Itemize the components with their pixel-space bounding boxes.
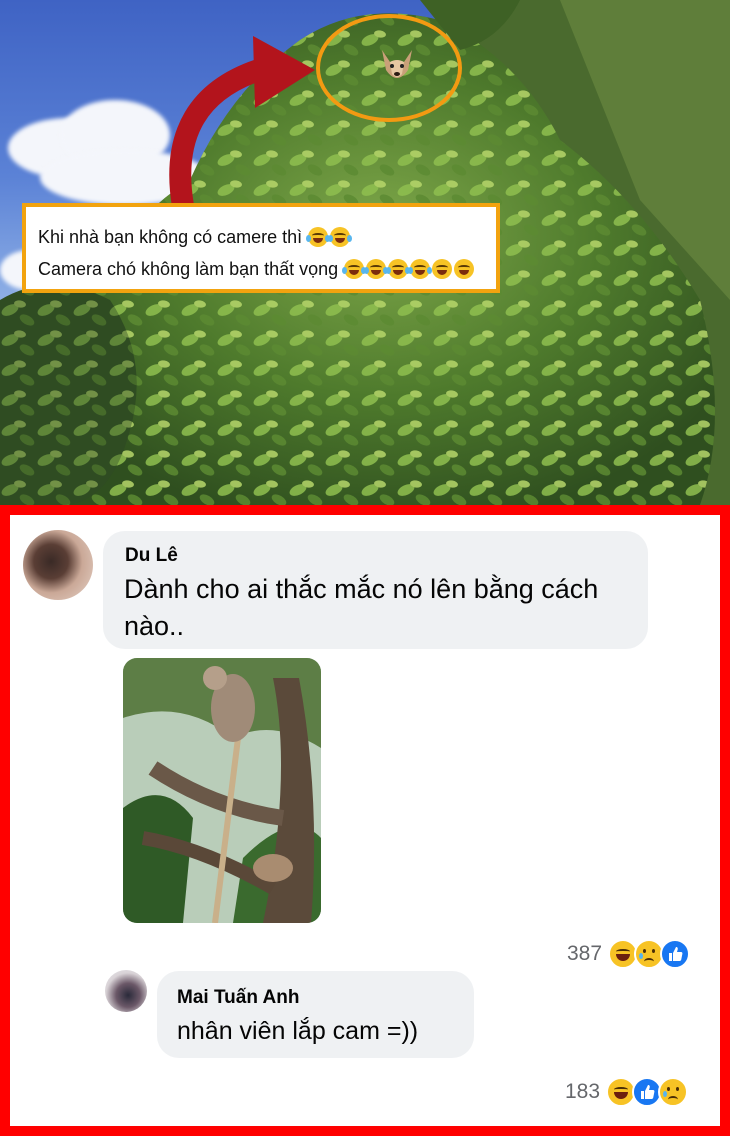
comment-bubble: Mai Tuấn Anh nhân viên lắp cam =)) (157, 971, 474, 1058)
tears-of-joy-icon (386, 259, 411, 279)
tears-of-joy-icon (342, 259, 367, 279)
monkey-in-tree-image (123, 658, 321, 923)
tears-of-joy-icon (306, 227, 331, 247)
reaction-summary[interactable]: 387 (567, 939, 691, 969)
comment-attachment-photo[interactable] (123, 658, 321, 923)
like-icon (660, 939, 691, 969)
tears-of-joy-icon (408, 259, 433, 279)
reaction-summary[interactable]: 183 (565, 1077, 689, 1107)
avatar[interactable] (23, 530, 93, 600)
highlight-circle (316, 14, 462, 122)
comment-text: Dành cho ai thắc mắc nó lên bằng cách nà… (124, 574, 599, 641)
reaction-count: 387 (567, 942, 603, 965)
tears-of-joy-icon (328, 227, 353, 247)
comment-text: nhân viên lắp cam =)) (177, 1017, 419, 1045)
grinning-squint-icon (432, 259, 453, 279)
caption-text-1: Khi nhà bạn không có camere thì (38, 227, 303, 247)
post-photo: Khi nhà bạn không có camere thì Camera c… (0, 0, 730, 505)
reaction-count: 183 (565, 1080, 601, 1103)
comment-author[interactable]: Mai Tuấn Anh (177, 987, 299, 1009)
sad-icon (658, 1077, 689, 1107)
caption-text-2: Camera chó không làm bạn thất vọng (38, 259, 339, 279)
comment-author[interactable]: Du Lê (125, 545, 178, 567)
avatar[interactable] (105, 970, 147, 1012)
caption-box: Khi nhà bạn không có camere thì Camera c… (22, 203, 500, 293)
comments-panel: Du Lê Dành cho ai thắc mắc nó lên bằng c… (0, 505, 730, 1136)
caption-line-1: Khi nhà bạn không có camere thì (38, 221, 496, 253)
caption-line-2: Camera chó không làm bạn thất vọng (38, 253, 496, 285)
comment-bubble: Du Lê Dành cho ai thắc mắc nó lên bằng c… (103, 531, 648, 649)
red-arrow (169, 36, 315, 217)
tears-of-joy-icon (364, 259, 389, 279)
grinning-squint-icon (454, 259, 475, 279)
